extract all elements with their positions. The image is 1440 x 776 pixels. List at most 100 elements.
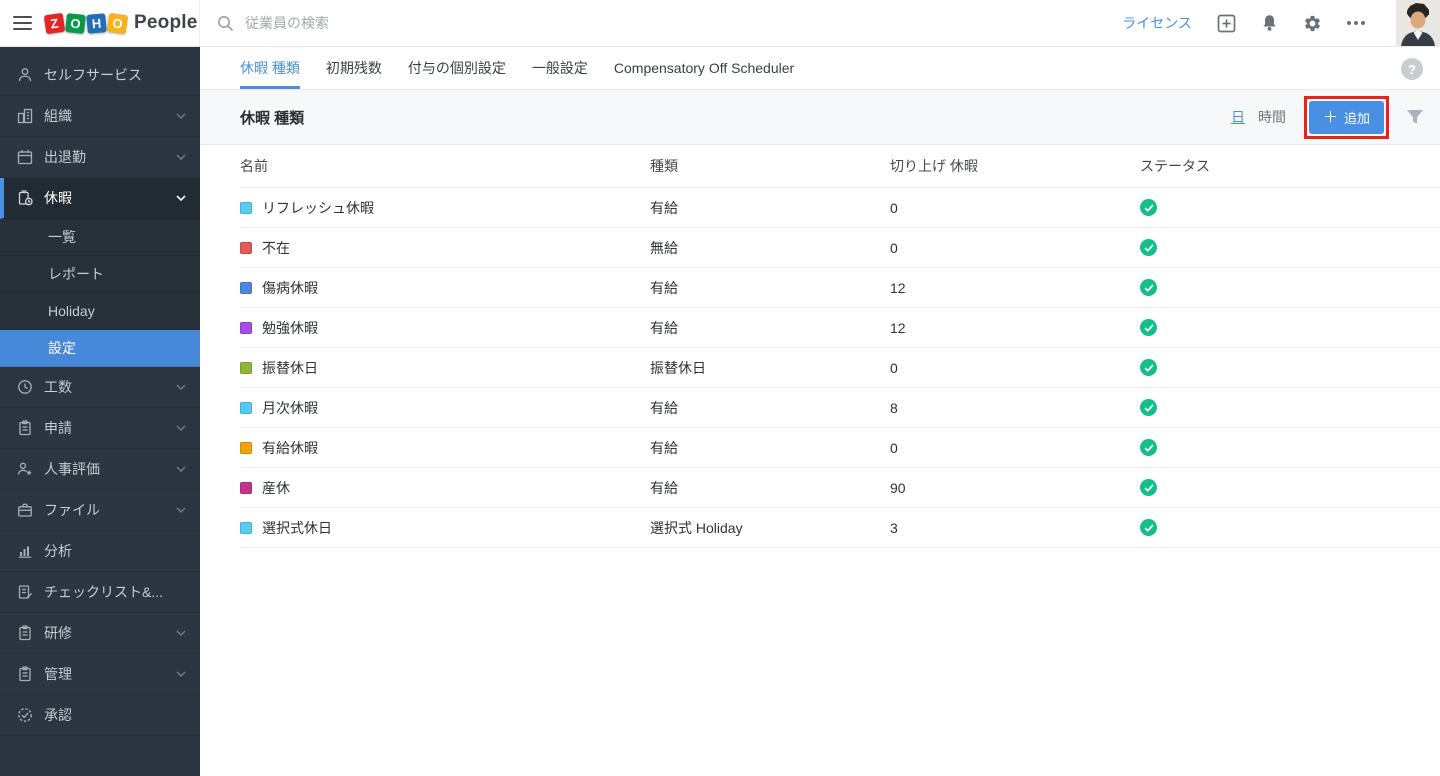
status-active-icon[interactable] xyxy=(1140,479,1157,496)
settings-tabbar: 休暇 種類 初期残数 付与の個別設定 一般設定 Compensatory Off… xyxy=(200,47,1440,90)
status-active-icon[interactable] xyxy=(1140,319,1157,336)
license-link[interactable]: ライセンス xyxy=(1122,13,1192,33)
leave-carry: 12 xyxy=(890,319,906,336)
leave-type: 有給 xyxy=(650,479,678,496)
submenu-item-list[interactable]: 一覧 xyxy=(0,219,200,256)
sidebar-item-label: 管理 xyxy=(44,666,72,682)
hamburger-menu-icon[interactable] xyxy=(13,16,32,30)
add-new-icon[interactable] xyxy=(1217,14,1236,33)
status-active-icon[interactable] xyxy=(1140,199,1157,216)
leave-type: 有給 xyxy=(650,319,678,336)
logo-tile-z: Z xyxy=(43,12,66,34)
settings-gear-icon[interactable] xyxy=(1303,14,1322,33)
calendar-icon xyxy=(16,149,33,165)
table-row[interactable]: 傷病休暇 有給 12 xyxy=(240,268,1440,308)
leave-color-swatch xyxy=(240,521,252,534)
submenu-item-label: 一覧 xyxy=(48,229,76,245)
table-row[interactable]: 不在 無給 0 xyxy=(240,228,1440,268)
status-active-icon[interactable] xyxy=(1140,439,1157,456)
clipboard-icon xyxy=(16,625,33,641)
bar-chart-icon xyxy=(16,543,33,559)
page-title: 休暇 種類 xyxy=(240,109,305,127)
sidebar-nav: セルフサービス 組織 出退勤 休暇 一覧 レポート Holiday 設定 工数 … xyxy=(0,47,200,776)
tab-general-settings[interactable]: 一般設定 xyxy=(532,47,588,89)
notifications-bell-icon[interactable] xyxy=(1261,14,1278,32)
sidebar-item-label: 研修 xyxy=(44,625,72,641)
sidebar-item-self-service[interactable]: セルフサービス xyxy=(0,55,200,96)
help-icon[interactable]: ? xyxy=(1401,58,1423,80)
leave-type: 振替休日 xyxy=(650,359,706,376)
leave-name: 振替休日 xyxy=(262,359,318,376)
sidebar-item-label: ファイル xyxy=(44,502,100,518)
col-header-status: ステータス xyxy=(1140,158,1210,174)
sidebar-item-files[interactable]: ファイル xyxy=(0,490,200,531)
subheader-actions: 日 時間 ＋ 追加 xyxy=(1231,95,1424,139)
employee-search xyxy=(200,0,1122,46)
status-active-icon[interactable] xyxy=(1140,359,1157,376)
tab-leave-types[interactable]: 休暇 種類 xyxy=(240,47,300,89)
chevron-down-icon xyxy=(176,507,186,513)
sidebar-item-leave[interactable]: 休暇 xyxy=(0,178,200,219)
tab-customize-balance[interactable]: 付与の個別設定 xyxy=(408,47,506,89)
tab-initial-balance[interactable]: 初期残数 xyxy=(326,47,382,89)
sidebar-item-approvals[interactable]: 承認 xyxy=(0,695,200,736)
leave-carry: 0 xyxy=(890,239,898,256)
sidebar-item-checklist[interactable]: チェックリスト&... xyxy=(0,572,200,613)
sidebar-item-training[interactable]: 研修 xyxy=(0,613,200,654)
table-row[interactable]: 有給休暇 有給 0 xyxy=(240,428,1440,468)
add-leave-type-button[interactable]: ＋ 追加 xyxy=(1308,100,1384,134)
leave-color-swatch xyxy=(240,401,252,414)
status-active-icon[interactable] xyxy=(1140,399,1157,416)
leave-carry: 90 xyxy=(890,479,906,496)
search-input[interactable] xyxy=(245,15,665,31)
logo-tile-o1: O xyxy=(65,12,86,34)
unit-toggle-time[interactable]: 時間 xyxy=(1258,107,1286,127)
person-icon xyxy=(16,67,33,83)
chevron-down-icon xyxy=(176,195,186,201)
leave-name: 有給休暇 xyxy=(262,439,318,456)
sidebar-item-organization[interactable]: 組織 xyxy=(0,96,200,137)
leave-name: リフレッシュ休暇 xyxy=(262,199,374,216)
leave-carry: 3 xyxy=(890,519,898,536)
table-row[interactable]: 勉強休暇 有給 12 xyxy=(240,308,1440,348)
table-row[interactable]: 選択式休日 選択式 Holiday 3 xyxy=(240,508,1440,548)
submenu-item-settings[interactable]: 設定 xyxy=(0,330,200,367)
table-row[interactable]: 月次休暇 有給 8 xyxy=(240,388,1440,428)
chevron-down-icon xyxy=(176,113,186,119)
zoho-logo[interactable]: Z O H O xyxy=(43,12,129,34)
col-header-name: 名前 xyxy=(240,158,268,174)
leave-name: 産休 xyxy=(262,479,290,496)
tab-comp-off-scheduler[interactable]: Compensatory Off Scheduler xyxy=(614,47,794,89)
unit-toggle-day[interactable]: 日 xyxy=(1231,107,1245,127)
filter-funnel-icon[interactable] xyxy=(1406,109,1424,125)
table-row[interactable]: 振替休日 振替休日 0 xyxy=(240,348,1440,388)
search-icon xyxy=(217,15,234,32)
submenu-item-holiday[interactable]: Holiday xyxy=(0,293,200,330)
sidebar-item-timesheet[interactable]: 工数 xyxy=(0,367,200,408)
checklist-icon xyxy=(16,584,33,600)
sidebar-item-label: チェックリスト&... xyxy=(44,584,164,600)
sidebar-item-analytics[interactable]: 分析 xyxy=(0,531,200,572)
more-options-icon[interactable] xyxy=(1347,21,1365,25)
sidebar-item-admin[interactable]: 管理 xyxy=(0,654,200,695)
leave-types-table: 名前 種類 切り上げ 休暇 ステータス リフレッシュ休暇 有給 0 不在 無給 … xyxy=(200,145,1440,548)
table-row[interactable]: リフレッシュ休暇 有給 0 xyxy=(240,188,1440,228)
leave-type: 有給 xyxy=(650,279,678,296)
top-bar: Z O H O People ライセンス xyxy=(0,0,1440,47)
user-avatar[interactable] xyxy=(1396,0,1440,46)
leave-color-swatch xyxy=(240,321,252,334)
leave-type: 有給 xyxy=(650,439,678,456)
status-active-icon[interactable] xyxy=(1140,279,1157,296)
leave-type: 有給 xyxy=(650,199,678,216)
sidebar-item-requests[interactable]: 申請 xyxy=(0,408,200,449)
clipboard-icon xyxy=(16,420,33,436)
chevron-down-icon xyxy=(176,425,186,431)
sidebar-item-attendance[interactable]: 出退勤 xyxy=(0,137,200,178)
leave-carry: 0 xyxy=(890,199,898,216)
status-active-icon[interactable] xyxy=(1140,239,1157,256)
table-row[interactable]: 産休 有給 90 xyxy=(240,468,1440,508)
sidebar-item-performance[interactable]: 人事評価 xyxy=(0,449,200,490)
status-active-icon[interactable] xyxy=(1140,519,1157,536)
leave-color-swatch xyxy=(240,361,252,374)
submenu-item-report[interactable]: レポート xyxy=(0,256,200,293)
